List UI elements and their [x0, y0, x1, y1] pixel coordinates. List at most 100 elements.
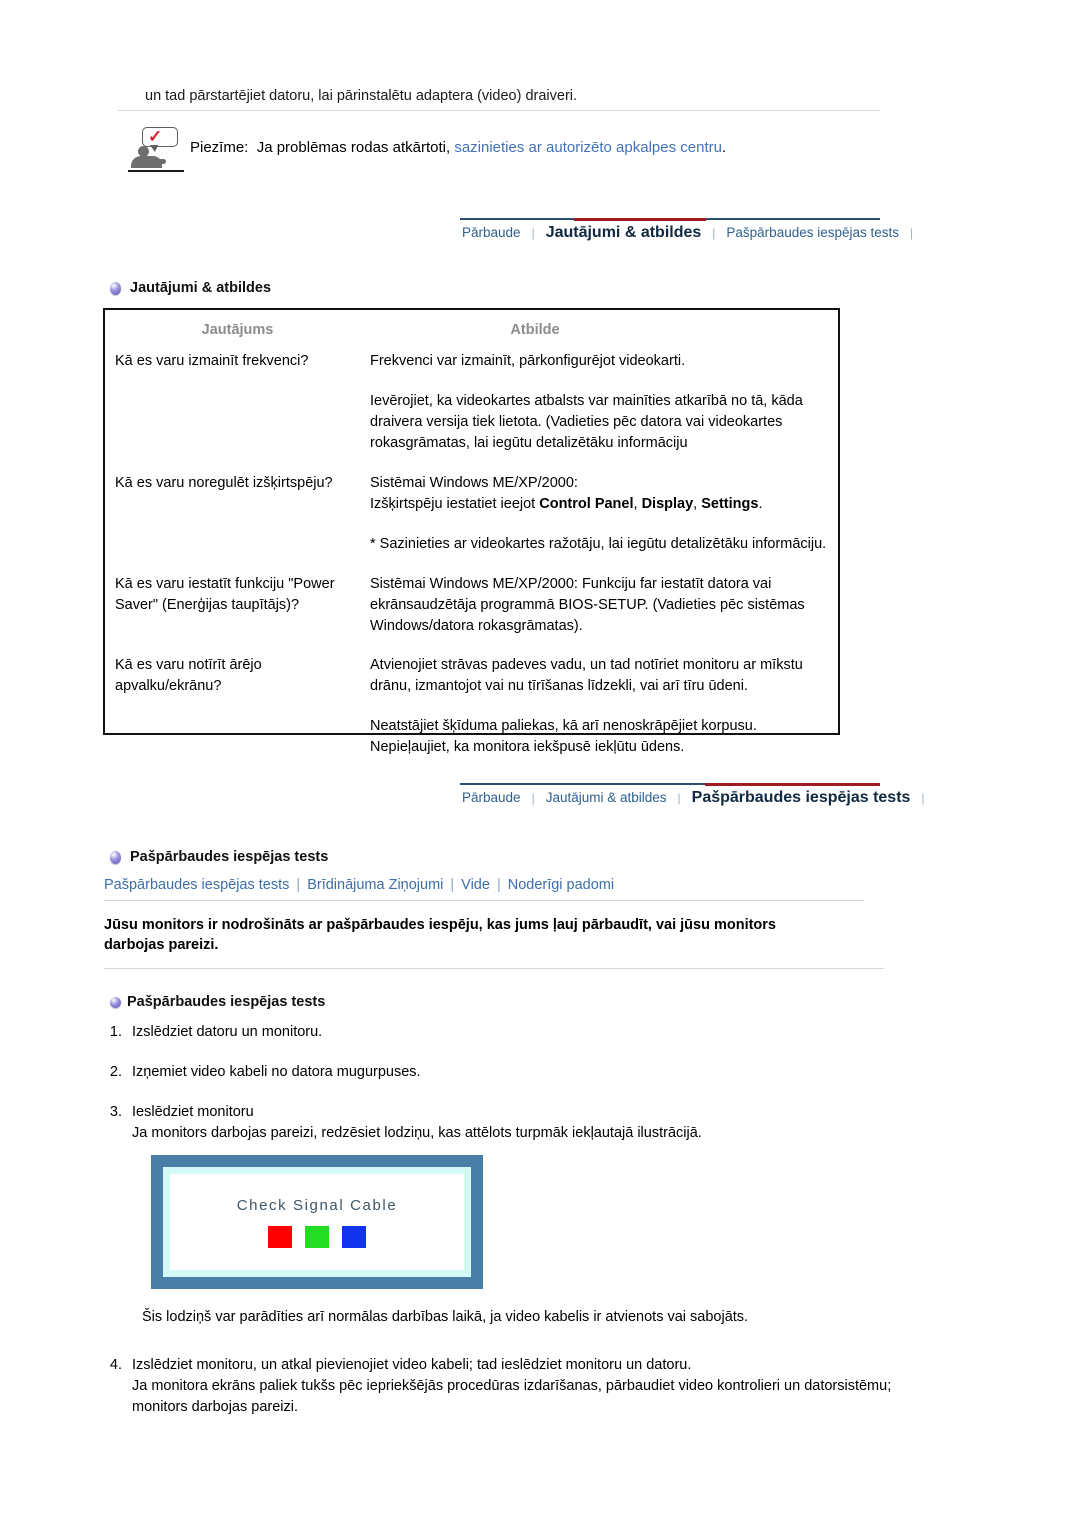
- table-row: Kā es varu noregulēt izšķirtspēju? Sistē…: [105, 473, 838, 555]
- selftest-steps-list: 1. Izslēdziet datoru un monitoru. 2. Izņ…: [104, 1022, 884, 1163]
- step-line: Ja monitora ekrāns paliek tukšs pēc iepr…: [132, 1378, 892, 1415]
- note-period: .: [721, 139, 727, 156]
- divider-top: [118, 110, 880, 111]
- faq-question: Kā es varu izmainīt frekvenci?: [115, 353, 309, 369]
- divider-lead: [104, 968, 884, 969]
- step-line: Izslēdziet datoru un monitoru.: [132, 1024, 323, 1040]
- selftest-steps-list-continued: 4. Izslēdziet monitoru, un atkal pievien…: [104, 1355, 904, 1437]
- faq-answer-line: Atvienojiet strāvas padeves vadu, un tad…: [370, 657, 803, 694]
- tab-pasparbaudes-tests[interactable]: Pašpārbaudes iespējas tests: [690, 789, 913, 807]
- list-item: 4. Izslēdziet monitoru, un atkal pievien…: [104, 1355, 904, 1418]
- step-text: Izslēdziet datoru un monitoru.: [132, 1022, 884, 1043]
- faq-question: Kā es varu notīrīt ārējo apvalku/ekrānu?: [115, 657, 262, 694]
- note-person-icon: ✓: [128, 126, 186, 176]
- table-row: Kā es varu izmainīt frekvenci? Frekvenci…: [105, 351, 838, 454]
- step-line: Izslēdziet monitoru, un atkal pievienoji…: [132, 1357, 692, 1373]
- rgb-swatches: [268, 1225, 366, 1248]
- faq-answer-bold: Control Panel: [539, 496, 634, 512]
- bullet-orb-icon: [110, 281, 121, 295]
- faq-answer-line: Sistēmai Windows ME/XP/2000: Funkciju fa…: [370, 576, 805, 634]
- lead-paragraph: Jūsu monitors ir nodrošināts ar pašpārba…: [104, 917, 776, 953]
- subnav-separator: |: [450, 877, 455, 893]
- tab-separator: |: [712, 226, 716, 240]
- note-text: Piezīme: Ja problēmas rodas atkārtoti, s…: [186, 126, 726, 158]
- subnav-separator: |: [496, 877, 501, 893]
- note-body: Ja problēmas rodas atkārtoti,: [256, 139, 451, 156]
- tab-jautajumi-atbildes[interactable]: Jautājumi & atbildes: [544, 224, 704, 242]
- faq-answer-bold: Settings: [701, 496, 759, 512]
- subnav-link-tips[interactable]: Noderīgi padomi: [508, 877, 614, 893]
- tabbar-bottom: Pārbaude | Jautājumi & atbildes | Pašpār…: [460, 783, 925, 827]
- tab-separator-end: |: [921, 791, 925, 805]
- faq-answer-sep: ,: [633, 496, 642, 512]
- step-number: 1.: [109, 1024, 122, 1040]
- check-signal-cable-message: Check Signal Cable: [236, 1196, 398, 1214]
- faq-answer: Atvienojiet strāvas padeves vadu, un tad…: [370, 655, 838, 758]
- illustration-note: Šis lodziņš var parādīties arī normālas …: [142, 1309, 749, 1325]
- faq-answer-line: Ievērojiet, ka videokartes atbalsts var …: [370, 393, 803, 451]
- tab-separator: |: [531, 226, 535, 240]
- selftest-section-heading: Pašpārbaudes iespējas tests: [110, 849, 328, 865]
- tab-pasparbaudes-tests[interactable]: Pašpārbaudes iespējas tests: [724, 225, 901, 240]
- bullet-orb-icon: [110, 850, 121, 864]
- subnav-link-selftest[interactable]: Pašpārbaudes iespējas tests: [104, 877, 289, 893]
- tab-parbaude[interactable]: Pārbaude: [460, 225, 523, 240]
- column-header-question: Jautājums: [201, 322, 274, 338]
- monitor-bezel: Check Signal Cable: [163, 1167, 471, 1277]
- step-number: 2.: [109, 1064, 122, 1080]
- bullet-orb-icon: [110, 996, 121, 1008]
- selftest-heading-label: Pašpārbaudes iespējas tests: [130, 849, 329, 865]
- tab-jautajumi-atbildes[interactable]: Jautājumi & atbildes: [544, 790, 669, 805]
- faq-section-heading: Jautājumi & atbildes: [110, 280, 271, 296]
- faq-answer-line: Sistēmai Windows ME/XP/2000:: [370, 475, 578, 491]
- selftest-list-heading-label: Pašpārbaudes iespējas tests: [127, 994, 326, 1010]
- subnav-link-environment[interactable]: Vide: [461, 877, 490, 893]
- selftest-list-heading: Pašpārbaudes iespējas tests: [110, 994, 325, 1010]
- subnav-separator: |: [296, 877, 301, 893]
- tabbar-top: Pārbaude | Jautājumi & atbildes | Pašpār…: [460, 218, 913, 262]
- step-number: 3.: [109, 1104, 122, 1120]
- table-row: Kā es varu notīrīt ārējo apvalku/ekrānu?…: [105, 655, 838, 758]
- step-line: Izņemiet video kabeli no datora mugurpus…: [132, 1064, 421, 1080]
- faq-answer-text: Izšķirtspēju iestatiet ieejot: [370, 496, 540, 512]
- step-text: Izslēdziet monitoru, un atkal pievienoji…: [132, 1355, 904, 1418]
- tabbar-active-indicator: [574, 218, 706, 221]
- faq-answer: Sistēmai Windows ME/XP/2000: Funkciju fa…: [370, 574, 838, 637]
- monitor-screen: Check Signal Cable: [170, 1174, 464, 1270]
- tab-separator: |: [677, 791, 681, 805]
- service-center-link[interactable]: sazinieties ar autorizēto apkalpes centr…: [454, 139, 722, 156]
- subnav: Pašpārbaudes iespējas tests | Brīdinājuma …: [104, 877, 864, 901]
- faq-answer-line: Frekvenci var izmainīt, pārkonfigurējot …: [370, 353, 686, 369]
- list-item: 3. Ieslēdziet monitoru Ja monitors darbo…: [104, 1102, 884, 1144]
- note-callout: ✓ Piezīme: Ja problēmas rodas atkārtoti,…: [128, 126, 888, 176]
- faq-question: Kā es varu noregulēt izšķirtspēju?: [115, 475, 333, 491]
- faq-answer-line: Izšķirtspēju iestatiet ieejot Control Pa…: [370, 494, 838, 515]
- swatch-green: [305, 1225, 329, 1248]
- step-number: 4.: [109, 1357, 122, 1373]
- step-text: Ieslēdziet monitoru Ja monitors darbojas…: [132, 1102, 884, 1144]
- faq-answer-bold: Display: [641, 496, 694, 512]
- swatch-red: [268, 1225, 292, 1248]
- tabbar-active-indicator: [705, 783, 880, 786]
- faq-heading-label: Jautājumi & atbildes: [130, 280, 272, 296]
- list-item: 1. Izslēdziet datoru un monitoru.: [104, 1022, 884, 1043]
- step-line: Ieslēdziet monitoru: [132, 1104, 254, 1120]
- subnav-link-warnings[interactable]: Brīdinājuma Ziņojumi: [307, 877, 443, 893]
- faq-answer: Sistēmai Windows ME/XP/2000: Izšķirtspēj…: [370, 473, 838, 555]
- faq-question: Kā es varu iestatīt funkciju "Power Save…: [115, 576, 335, 613]
- faq-table: Jautājums Atbilde Kā es varu izmainīt fr…: [103, 308, 840, 755]
- column-header-answer: Atbilde: [510, 322, 560, 338]
- check-signal-cable-illustration: Check Signal Cable: [151, 1155, 483, 1289]
- tab-parbaude[interactable]: Pārbaude: [460, 790, 523, 805]
- step-text: Izņemiet video kabeli no datora mugurpus…: [132, 1062, 884, 1083]
- intro-paragraph: un tad pārstartējiet datoru, lai pārinst…: [145, 88, 578, 104]
- tab-separator-end: |: [910, 226, 914, 240]
- swatch-blue: [342, 1225, 366, 1248]
- faq-table-header: Jautājums Atbilde: [105, 310, 838, 338]
- faq-answer-line: * Sazinieties ar videokartes ražotāju, l…: [370, 536, 827, 552]
- tab-separator: |: [531, 791, 535, 805]
- step-line: Ja monitors darbojas pareizi, redzēsiet …: [132, 1125, 702, 1141]
- faq-answer: Frekvenci var izmainīt, pārkonfigurējot …: [370, 351, 838, 454]
- table-row: Kā es varu iestatīt funkciju "Power Save…: [105, 574, 838, 637]
- faq-answer-line: Neatstājiet šķīduma paliekas, kā arī nen…: [370, 718, 757, 755]
